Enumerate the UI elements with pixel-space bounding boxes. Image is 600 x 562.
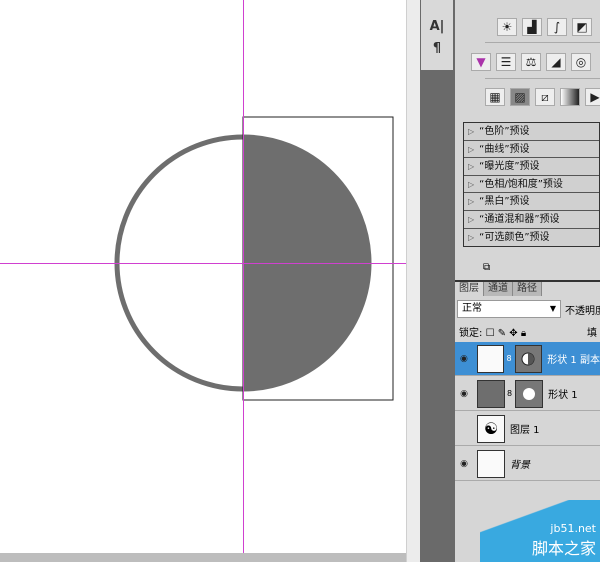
lock-pixels-icon[interactable]: ✎	[498, 328, 506, 339]
color-balance-icon[interactable]: ⚖	[521, 53, 541, 71]
opacity-label: 不透明度	[565, 306, 600, 317]
levels-icon[interactable]: ▟	[522, 18, 542, 36]
eye-icon[interactable]: ◉	[455, 459, 473, 469]
curves-icon[interactable]: ∫	[547, 18, 567, 36]
layer-row[interactable]: ◉ 8 形状 1	[455, 377, 600, 411]
posterize-icon[interactable]: ⧄	[535, 88, 555, 106]
watermark: jb51.net 脚本之家	[480, 500, 600, 562]
layer-thumbnail	[477, 379, 505, 408]
panel-dock	[420, 0, 455, 562]
layer-name[interactable]: 形状 1	[548, 386, 578, 401]
clip-to-layer-icon[interactable]: ⧉	[483, 262, 490, 273]
invert-icon[interactable]: ▨	[510, 88, 530, 106]
preset-item[interactable]: ▷ “黑白”预设	[464, 193, 599, 211]
tab-channels[interactable]: 通道	[484, 282, 513, 296]
layer-thumbnail	[476, 344, 505, 373]
preset-item[interactable]: ▷ “色阶”预设	[464, 123, 599, 141]
link-icon[interactable]: 8	[506, 354, 511, 363]
expand-triangle-icon: ▷	[468, 162, 475, 172]
selective-color-icon[interactable]: ▶	[585, 88, 600, 106]
channel-mixer-icon[interactable]: ▦	[485, 88, 505, 106]
layer-name[interactable]: 背景	[510, 456, 530, 471]
layer-thumbnail	[477, 449, 505, 478]
character-icon[interactable]: A|	[421, 16, 453, 38]
preset-list: ▷ “色阶”预设 ▷ “曲线”预设 ▷ “曝光度”预设 ▷ “色相/饱和度”预设 ▷ “黑…	[463, 122, 600, 248]
vertical-scrollbar[interactable]	[406, 0, 420, 562]
preset-item[interactable]: ▷ “可选颜色”预设	[464, 229, 599, 247]
link-icon[interactable]: 8	[507, 389, 512, 398]
expand-triangle-icon: ▷	[468, 214, 475, 224]
expand-triangle-icon: ▷	[468, 144, 475, 154]
layer-row[interactable]: ◉ ☯ 图层 1	[455, 412, 600, 446]
expand-triangle-icon: ▷	[468, 197, 475, 207]
lock-all-icon[interactable]: 🔒︎	[521, 328, 526, 339]
layer-row[interactable]: ◉ 8 形状 1 副本	[455, 342, 600, 376]
preset-item[interactable]: ▷ “曝光度”预设	[464, 158, 599, 176]
expand-triangle-icon: ▷	[468, 127, 475, 136]
tab-paths[interactable]: 路径	[513, 282, 542, 296]
photo-filter-icon[interactable]: ◎	[571, 53, 591, 71]
tab-layers[interactable]: 图层	[455, 282, 484, 296]
expand-triangle-icon: ▷	[468, 179, 475, 189]
black-white-icon[interactable]: ◢	[546, 53, 566, 71]
hue-saturation-icon[interactable]: ☰	[496, 53, 516, 71]
layer-row[interactable]: ◉ 背景	[455, 447, 600, 481]
blend-mode-select[interactable]: 正常 ▼	[457, 300, 561, 318]
brightness-contrast-icon[interactable]: ☀	[497, 18, 517, 36]
char-panel-strip: A| ¶	[421, 0, 453, 70]
eye-icon[interactable]: ◉	[455, 389, 473, 399]
vibrance-icon[interactable]: ▼	[471, 53, 491, 71]
preset-item[interactable]: ▷ “色相/饱和度”预设	[464, 176, 599, 194]
gradient-map-icon[interactable]	[560, 88, 580, 106]
horizontal-scrollbar[interactable]	[0, 553, 406, 562]
document-canvas[interactable]	[0, 0, 406, 553]
preset-item[interactable]: ▷ “曲线”预设	[464, 141, 599, 159]
lock-position-icon[interactable]: ✥	[509, 328, 517, 339]
eye-icon[interactable]: ◉	[455, 354, 473, 364]
preset-item[interactable]: ▷ “通道混和器”预设	[464, 211, 599, 229]
artwork	[0, 0, 406, 553]
exposure-icon[interactable]: ◩	[572, 18, 592, 36]
layer-thumbnail: ☯	[477, 414, 505, 443]
expand-triangle-icon: ▷	[468, 232, 475, 242]
lock-label: 锁定:	[459, 328, 483, 339]
vector-mask-thumbnail[interactable]	[515, 379, 544, 408]
layer-name[interactable]: 形状 1 副本	[547, 351, 600, 366]
layer-name[interactable]: 图层 1	[510, 421, 540, 436]
paragraph-icon[interactable]: ¶	[421, 38, 453, 60]
eye-icon[interactable]: ◉	[455, 424, 473, 434]
chevron-down-icon: ▼	[549, 304, 556, 313]
lock-transparent-icon[interactable]: ☐	[486, 328, 495, 339]
vector-mask-thumbnail[interactable]	[514, 344, 543, 373]
